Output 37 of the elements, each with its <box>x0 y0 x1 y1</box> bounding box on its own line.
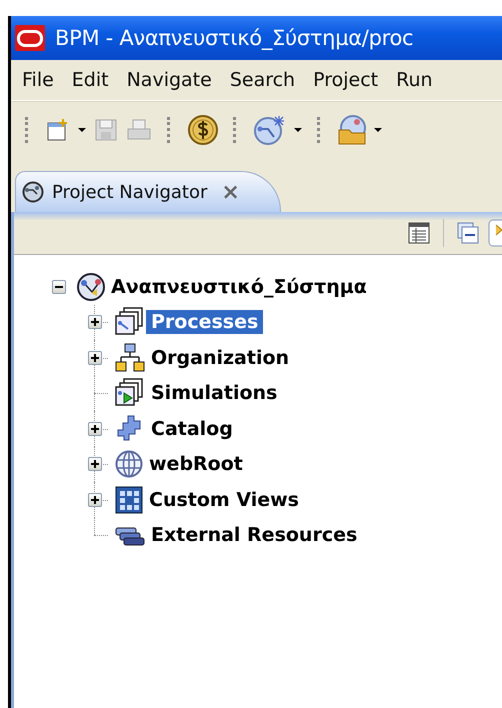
link-editor-icon[interactable] <box>488 219 502 247</box>
grid-icon <box>114 484 144 515</box>
menu-item[interactable]: Project <box>304 69 388 91</box>
menu-item[interactable]: Run <box>387 69 442 91</box>
menu-item[interactable]: File <box>13 69 63 91</box>
org-chart-icon <box>114 342 146 373</box>
collapse-all-icon[interactable] <box>456 221 480 245</box>
play-pages-icon <box>114 378 146 408</box>
menu-item[interactable]: Navigate <box>118 69 221 91</box>
tree-item[interactable]: Simulations <box>146 381 282 406</box>
close-button[interactable]: × <box>221 180 240 204</box>
list-view-icon[interactable] <box>407 221 431 245</box>
tree-item[interactable]: Custom Views <box>144 488 304 512</box>
window-title: BPM - Αναπνευστικό_Σύστημα/proc <box>55 26 414 50</box>
menu-item[interactable]: Edit <box>62 69 118 91</box>
app-logo-icon <box>15 25 45 51</box>
expand-toggle[interactable] <box>88 492 102 507</box>
project-globe-icon <box>76 272 106 302</box>
tree-item[interactable]: Catalog <box>146 416 238 441</box>
tree-item[interactable]: Processes <box>146 310 264 334</box>
expand-toggle[interactable] <box>88 422 102 436</box>
collapse-toggle[interactable] <box>52 280 66 294</box>
expand-toggle[interactable] <box>88 315 102 330</box>
tree-item[interactable]: webRoot <box>144 452 248 476</box>
stacked-pages-icon <box>114 307 146 338</box>
navigator-globe-icon <box>22 181 44 203</box>
globe-sparkle-icon[interactable] <box>253 114 287 146</box>
dollar-coin-icon[interactable] <box>187 114 219 146</box>
menu-item[interactable]: Search <box>220 69 304 91</box>
tree-item[interactable]: Organization <box>146 346 294 370</box>
view-tab[interactable]: Project Navigator × <box>15 171 281 212</box>
tree-item[interactable]: Αναπνευστικό_Σύστημα <box>106 274 372 299</box>
folder-globe-icon[interactable] <box>337 114 367 146</box>
expand-toggle[interactable] <box>88 457 102 472</box>
globe-icon <box>114 449 144 480</box>
tree-item[interactable]: External Resources <box>146 523 362 548</box>
expand-toggle[interactable] <box>88 350 102 365</box>
